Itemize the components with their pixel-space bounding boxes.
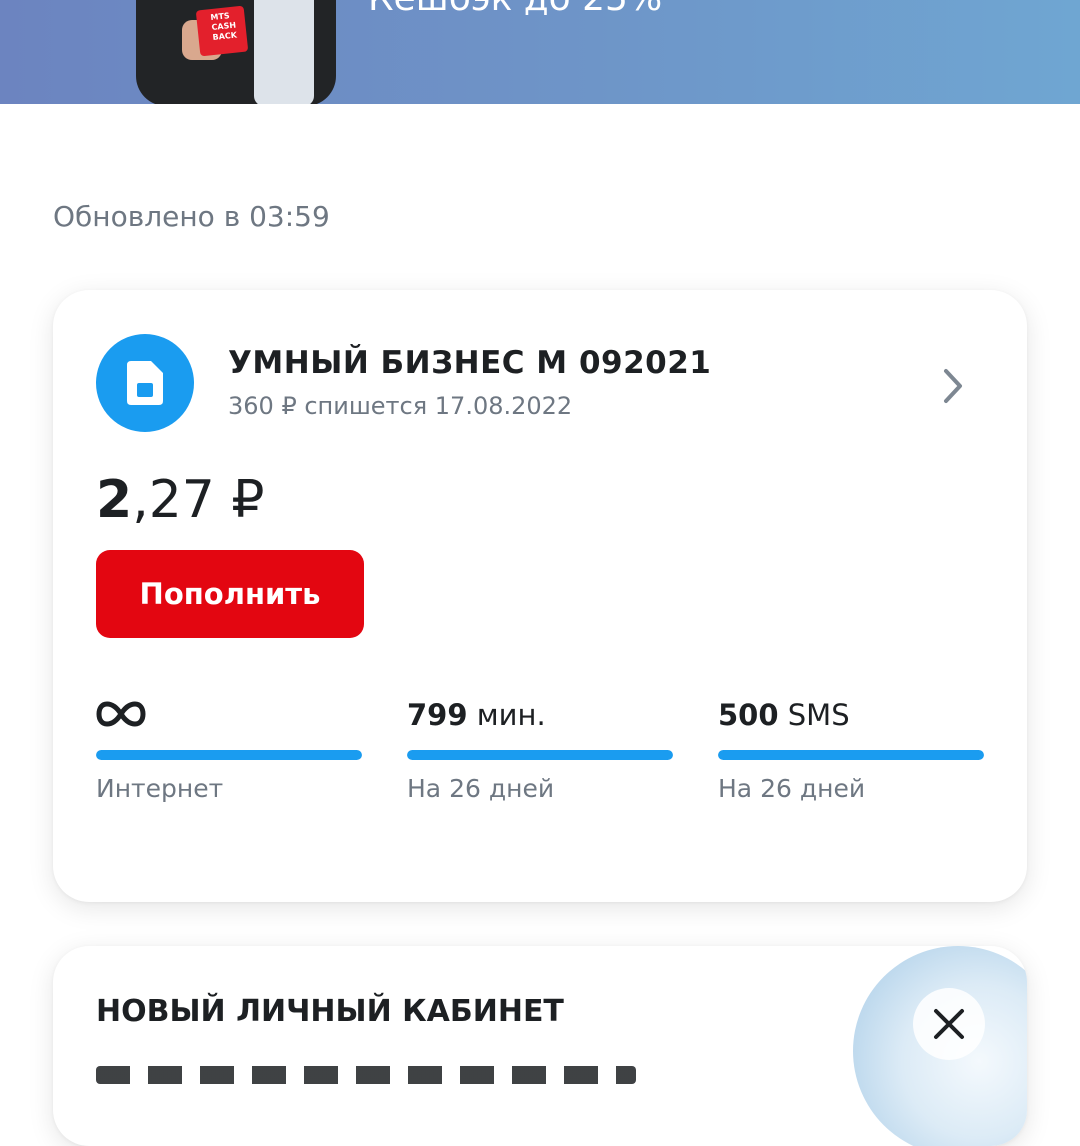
infinity-icon (96, 701, 146, 727)
sms-value: 500 SMS (718, 698, 850, 732)
promo-banner[interactable]: MTS CASH BACK Кешбэк до 25% (0, 0, 1080, 104)
cashback-card-image: MTS CASH BACK (195, 5, 249, 57)
balance-amount: 2,27 ₽ (96, 470, 265, 530)
tariff-name[interactable]: УМНЫЙ БИЗНЕС М 092021 (228, 345, 711, 381)
new-cabinet-promo-card[interactable]: НОВЫЙ ЛИЧНЫЙ КАБИНЕТ (53, 946, 1027, 1146)
minutes-progress-bar (407, 750, 673, 760)
promo-text-cut-off (96, 1066, 636, 1084)
balance-fraction: ,27 ₽ (132, 470, 265, 530)
minutes-caption: На 26 дней (407, 774, 555, 803)
updated-timestamp: Обновлено в 03:59 (53, 200, 330, 233)
topup-button[interactable]: Пополнить (96, 550, 364, 638)
tariff-charge-info: 360 ₽ спишется 17.08.2022 (228, 392, 573, 420)
banner-title: Кешбэк до 25% (368, 0, 662, 19)
sms-remaining[interactable]: 500 SMS На 26 дней (718, 698, 984, 803)
close-icon (934, 1009, 964, 1039)
internet-remaining[interactable]: Интернет (96, 698, 362, 803)
close-button[interactable] (913, 988, 985, 1060)
balance-integer: 2 (96, 470, 133, 530)
internet-progress-bar (96, 750, 362, 760)
chevron-right-icon[interactable] (941, 368, 965, 408)
internet-caption: Интернет (96, 774, 224, 803)
promo-title: НОВЫЙ ЛИЧНЫЙ КАБИНЕТ (96, 994, 564, 1029)
tariff-card: УМНЫЙ БИЗНЕС М 092021 360 ₽ спишется 17.… (53, 290, 1027, 902)
internet-value (96, 698, 362, 734)
minutes-remaining[interactable]: 799 мин. На 26 дней (407, 698, 673, 803)
sms-caption: На 26 дней (718, 774, 866, 803)
minutes-value: 799 мин. (407, 698, 546, 732)
sms-progress-bar (718, 750, 984, 760)
sim-card-icon (96, 334, 194, 432)
